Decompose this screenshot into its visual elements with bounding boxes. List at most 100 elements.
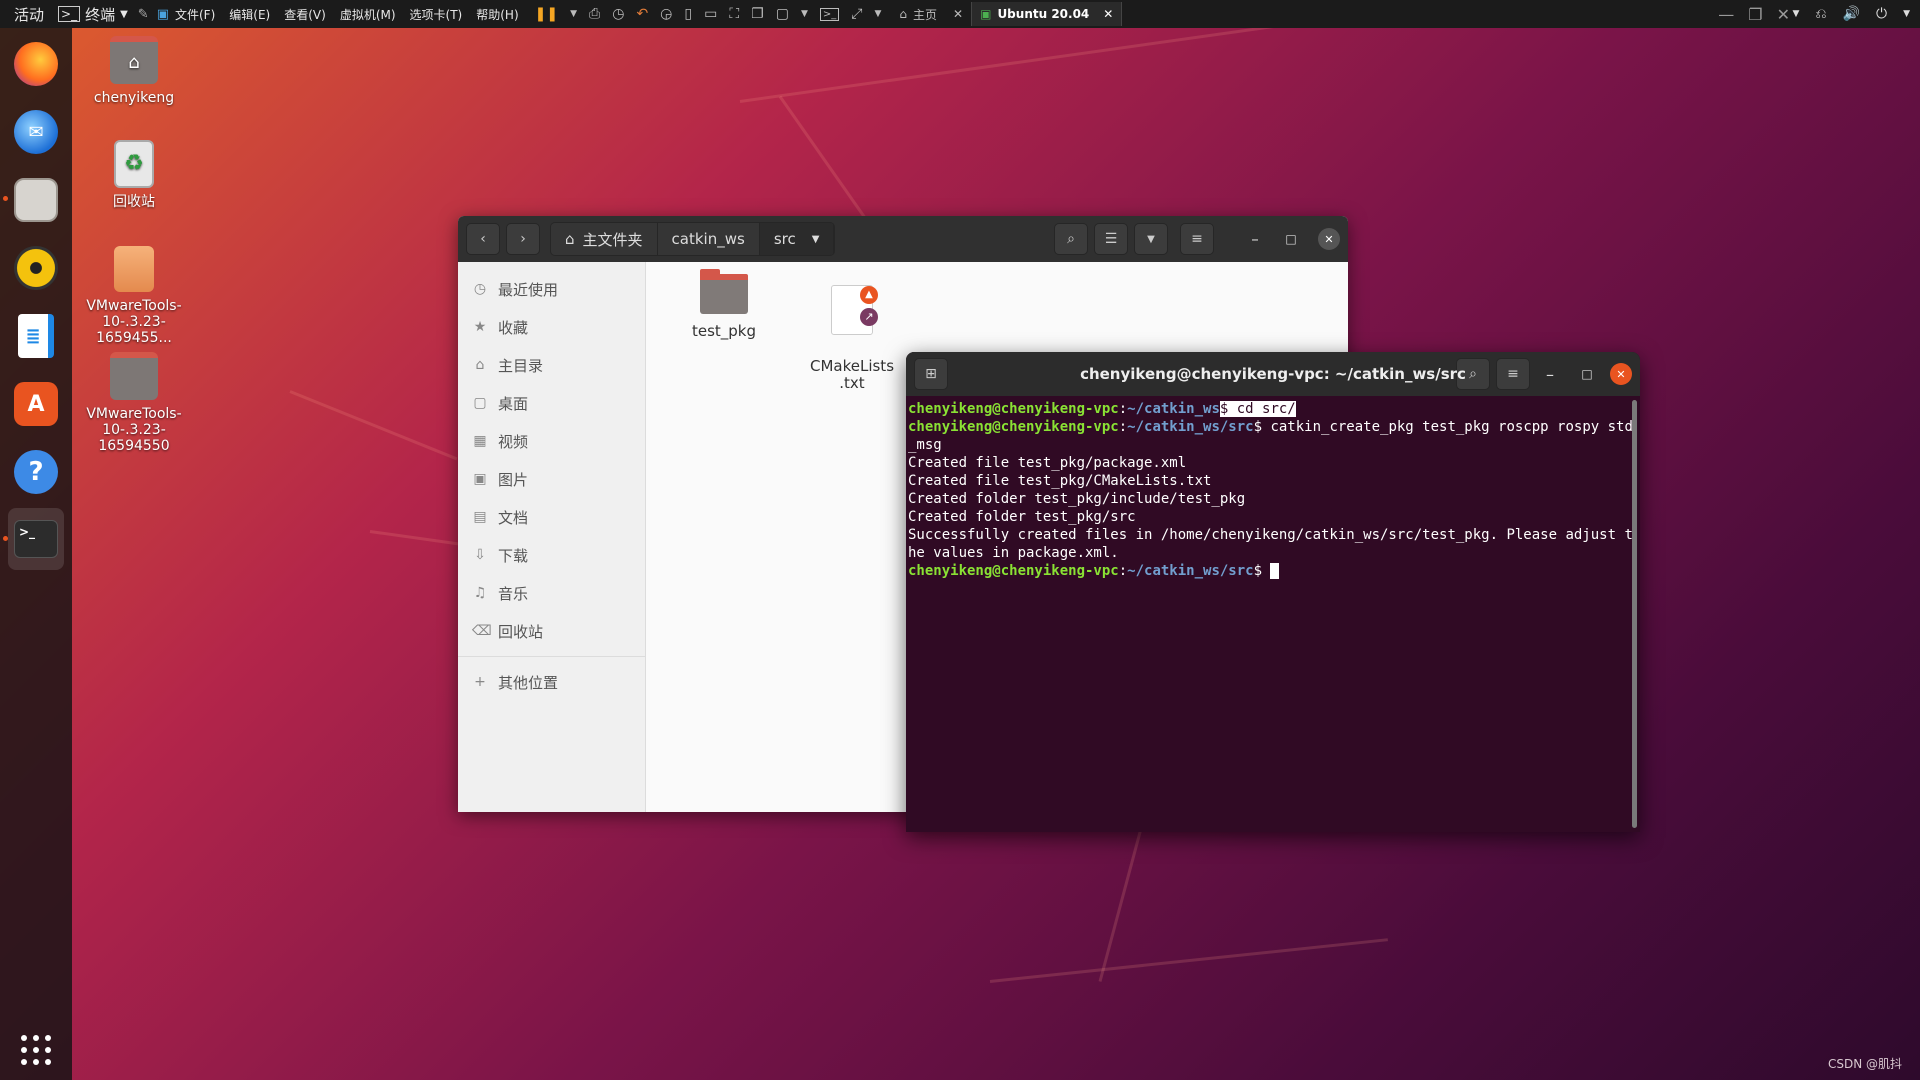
sidebar-item-recent[interactable]: ◷ 最近使用 — [458, 270, 645, 308]
close-button[interactable]: ✕ — [1318, 228, 1340, 250]
close-button[interactable]: ✕ — [1610, 363, 1632, 385]
dock-rhythmbox[interactable] — [8, 240, 64, 296]
sidebar-item-trash[interactable]: ⌫ 回收站 — [458, 612, 645, 650]
tab-home[interactable]: ⌂ 主页 ✕ — [891, 2, 971, 26]
chevron-down-icon: ▼ — [811, 233, 820, 245]
thunderbird-icon: ✉ — [14, 110, 58, 154]
prompt-path: ~/catkin_ws/src — [1127, 419, 1254, 435]
pause-icon[interactable]: ❚❚ — [535, 6, 558, 22]
breadcrumb-catkin-ws[interactable]: catkin_ws — [657, 223, 760, 255]
menu-button[interactable]: ≡ — [1180, 223, 1214, 255]
vmware-icon[interactable]: ▣ — [157, 7, 169, 22]
maximize-button[interactable]: □ — [1276, 232, 1306, 246]
sidebar-item-music[interactable]: ♫ 音乐 — [458, 574, 645, 612]
minimize-button[interactable]: – — [1530, 365, 1570, 384]
thumbnail-icon[interactable]: ▭ — [704, 6, 717, 22]
menu-vm[interactable]: 虚拟机(M) — [340, 6, 396, 23]
folder-icon — [110, 352, 158, 400]
menu-help[interactable]: 帮助(H) — [476, 6, 518, 23]
desktop-icon-vmwaretools-folder[interactable]: VMwareTools-10-.3.23-16594550 — [69, 352, 199, 454]
breadcrumb-home[interactable]: ⌂ 主文件夹 — [551, 223, 658, 255]
activities-button[interactable]: 活动 — [0, 4, 58, 25]
sidebar-toggle-icon[interactable]: ▯ — [684, 6, 692, 22]
menu-edit[interactable]: 编辑(E) — [229, 6, 270, 23]
minimize-button[interactable]: – — [1240, 230, 1270, 248]
stretch-icon[interactable]: ⤢ — [851, 6, 862, 22]
sidebar-item-videos[interactable]: ▦ 视频 — [458, 422, 645, 460]
network-icon[interactable]: ⎌ — [1815, 6, 1826, 22]
close-icon[interactable]: ✕ — [1103, 7, 1113, 21]
view-list-button[interactable]: ☰ — [1094, 223, 1128, 255]
view-icon[interactable]: ▢ — [776, 6, 789, 22]
snapshot-icon[interactable]: ◷ — [612, 6, 624, 22]
terminal-output[interactable]: chenyikeng@chenyikeng-vpc:~/catkin_ws$ c… — [906, 396, 1640, 832]
chevron-down-icon[interactable]: ▼ — [801, 9, 808, 19]
sidebar-item-home[interactable]: ⌂ 主目录 — [458, 346, 645, 384]
snapshot-manager-icon[interactable]: ◶ — [660, 6, 672, 22]
scrollbar[interactable] — [1632, 400, 1637, 828]
menu-tabs[interactable]: 选项卡(T) — [410, 6, 463, 23]
restore-icon[interactable]: ❐ — [1748, 5, 1762, 24]
vm-icon: ▣ — [980, 7, 992, 21]
dock-thunderbird[interactable]: ✉ — [8, 104, 64, 160]
pin-icon[interactable]: ✎ — [138, 7, 149, 22]
back-button[interactable]: ‹ — [466, 223, 500, 255]
dock-terminal[interactable]: >_ — [8, 508, 64, 570]
search-button[interactable]: ⌕ — [1456, 358, 1490, 390]
chevron-down-icon[interactable]: ▼ — [1792, 9, 1799, 19]
dock-writer[interactable]: ≣ — [8, 308, 64, 364]
terminal-headerbar: ⊞ chenyikeng@chenyikeng-vpc: ~/catkin_ws… — [906, 352, 1640, 396]
sidebar-item-desktop[interactable]: ▢ 桌面 — [458, 384, 645, 422]
desktop-icon-vmwaretools-archive[interactable]: VMwareTools-10-.3.23-1659455... — [69, 246, 199, 346]
sidebar-item-starred[interactable]: ★ 收藏 — [458, 308, 645, 346]
console-icon[interactable]: >_ — [819, 7, 840, 21]
view-options-button[interactable]: ▼ — [1134, 223, 1168, 255]
sidebar-item-label: 回收站 — [498, 622, 544, 641]
dock-help[interactable]: ? — [8, 444, 64, 500]
sidebar-item-other-locations[interactable]: + 其他位置 — [458, 663, 645, 701]
new-tab-button[interactable]: ⊞ — [914, 358, 948, 390]
chevron-down-icon[interactable]: ▼ — [570, 9, 577, 19]
maximize-button[interactable]: □ — [1570, 367, 1604, 381]
sidebar-item-downloads[interactable]: ⇩ 下载 — [458, 536, 645, 574]
download-icon: ⇩ — [474, 547, 486, 563]
chevron-down-icon[interactable]: ▼ — [1903, 9, 1910, 19]
app-menu[interactable]: >_ 终端 ▼ — [58, 4, 128, 25]
trash-icon: ⌫ — [472, 623, 492, 639]
dock-files[interactable] — [8, 172, 64, 228]
revert-snapshot-icon[interactable]: ↶ — [636, 6, 648, 22]
show-apps-button[interactable] — [8, 1022, 64, 1078]
home-icon: ⌂ — [475, 357, 485, 373]
forward-button[interactable]: › — [506, 223, 540, 255]
fullscreen-icon[interactable]: ⛶ — [729, 6, 739, 22]
command-text: $ — [1253, 563, 1271, 579]
chevron-down-icon[interactable]: ▼ — [874, 9, 881, 19]
desktop-icon-home[interactable]: ⌂ chenyikeng — [69, 36, 199, 106]
list-view-icon: ☰ — [1104, 231, 1118, 247]
file-item-cmakelists[interactable]: ▲ ↗ CMakeLists .txt — [802, 268, 902, 409]
search-button[interactable]: ⌕ — [1054, 223, 1088, 255]
sidebar-item-documents[interactable]: ▤ 文档 — [458, 498, 645, 536]
plus-icon: + — [474, 674, 486, 690]
menu-view[interactable]: 查看(V) — [284, 6, 326, 23]
volume-icon[interactable]: 🔊 — [1843, 6, 1860, 22]
chevron-down-icon: ▼ — [120, 8, 128, 20]
menu-file[interactable]: 文件(F) — [175, 6, 215, 23]
minimize-icon[interactable]: — — [1718, 5, 1734, 24]
dock-software[interactable]: A — [8, 376, 64, 432]
breadcrumb-src[interactable]: src ▼ — [759, 223, 835, 255]
menu-button[interactable]: ≡ — [1496, 358, 1530, 390]
dock-firefox[interactable] — [8, 36, 64, 92]
terminal-line: chenyikeng@chenyikeng-vpc:~/catkin_ws/sr… — [908, 419, 1633, 453]
tab-ubuntu[interactable]: ▣ Ubuntu 20.04 ✕ — [971, 2, 1123, 26]
desktop-icon-trash[interactable]: ♻ 回收站 — [69, 140, 199, 210]
sidebar-item-label: 其他位置 — [498, 673, 559, 692]
unity-icon[interactable]: ❐ — [751, 6, 764, 22]
file-item-test-pkg[interactable]: test_pkg — [674, 269, 774, 340]
power-icon[interactable]: ⏻ — [1876, 6, 1887, 22]
image-icon: ▣ — [473, 471, 487, 487]
close-icon[interactable]: ✕ — [1777, 5, 1790, 24]
send-keys-icon[interactable]: ⎙ — [589, 6, 600, 22]
sidebar-item-pictures[interactable]: ▣ 图片 — [458, 460, 645, 498]
close-icon[interactable]: ✕ — [953, 7, 963, 21]
